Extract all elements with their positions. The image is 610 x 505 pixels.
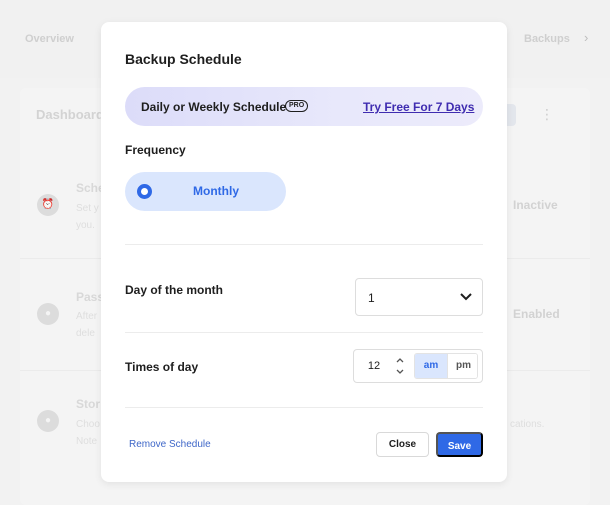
promo-label: Daily or Weekly Schedule: [141, 100, 287, 114]
divider: [125, 407, 483, 408]
background-row-text: cations.: [510, 419, 545, 430]
background-row-title: Stor: [76, 397, 100, 411]
frequency-label: Frequency: [125, 143, 186, 157]
chevron-down-icon[interactable]: [394, 366, 406, 378]
try-free-link[interactable]: Try Free For 7 Days: [363, 100, 474, 114]
background-row-text: Note: [76, 436, 98, 447]
alarm-icon: ⏰: [37, 194, 59, 216]
pro-badge: PRO: [285, 100, 309, 112]
frequency-option-monthly[interactable]: Monthly: [125, 172, 286, 211]
day-of-month-value: 1: [368, 291, 375, 305]
background-row-title: Pass: [76, 290, 105, 304]
background-row-text: dele: [76, 328, 95, 339]
divider: [125, 332, 483, 333]
modal-title: Backup Schedule: [125, 51, 242, 67]
pm-button[interactable]: pm: [447, 354, 477, 378]
background-title: Dashboard: [36, 107, 104, 122]
frequency-option-label: Monthly: [193, 184, 239, 198]
storage-icon: ●: [37, 410, 59, 432]
background-row-status: Enabled: [513, 307, 560, 321]
backup-schedule-modal: Backup Schedule Daily or Weekly Schedule…: [101, 22, 507, 482]
chevron-right-icon: ›: [584, 30, 589, 45]
remove-schedule-link[interactable]: Remove Schedule: [129, 439, 211, 450]
tab-overview: Overview: [25, 33, 74, 45]
pro-promo-banner: Daily or Weekly Schedule PRO Try Free Fo…: [125, 87, 483, 126]
day-of-month-select[interactable]: 1: [355, 278, 483, 316]
more-icon: ⋮: [540, 106, 554, 122]
tab-backups: Backups: [524, 33, 570, 45]
am-pm-toggle: am pm: [414, 353, 478, 379]
save-button[interactable]: Save: [436, 432, 483, 457]
hour-input[interactable]: [356, 352, 392, 380]
radio-selected-icon[interactable]: [137, 184, 152, 199]
chevron-down-icon: [460, 293, 472, 301]
background-row-status: Inactive: [513, 198, 558, 212]
lock-icon: ●: [37, 303, 59, 325]
time-picker: am pm: [353, 349, 483, 383]
times-of-day-label: Times of day: [125, 360, 199, 374]
day-of-month-label: Day of the month: [125, 283, 223, 297]
background-row-text: Choo: [76, 419, 100, 430]
background-row-text: Set y: [76, 203, 99, 214]
close-button[interactable]: Close: [376, 432, 429, 457]
divider: [125, 244, 483, 245]
background-row-text: you.: [76, 220, 95, 231]
chevron-up-icon[interactable]: [394, 354, 406, 366]
am-button[interactable]: am: [415, 354, 447, 378]
background-row-text: After: [76, 311, 98, 322]
